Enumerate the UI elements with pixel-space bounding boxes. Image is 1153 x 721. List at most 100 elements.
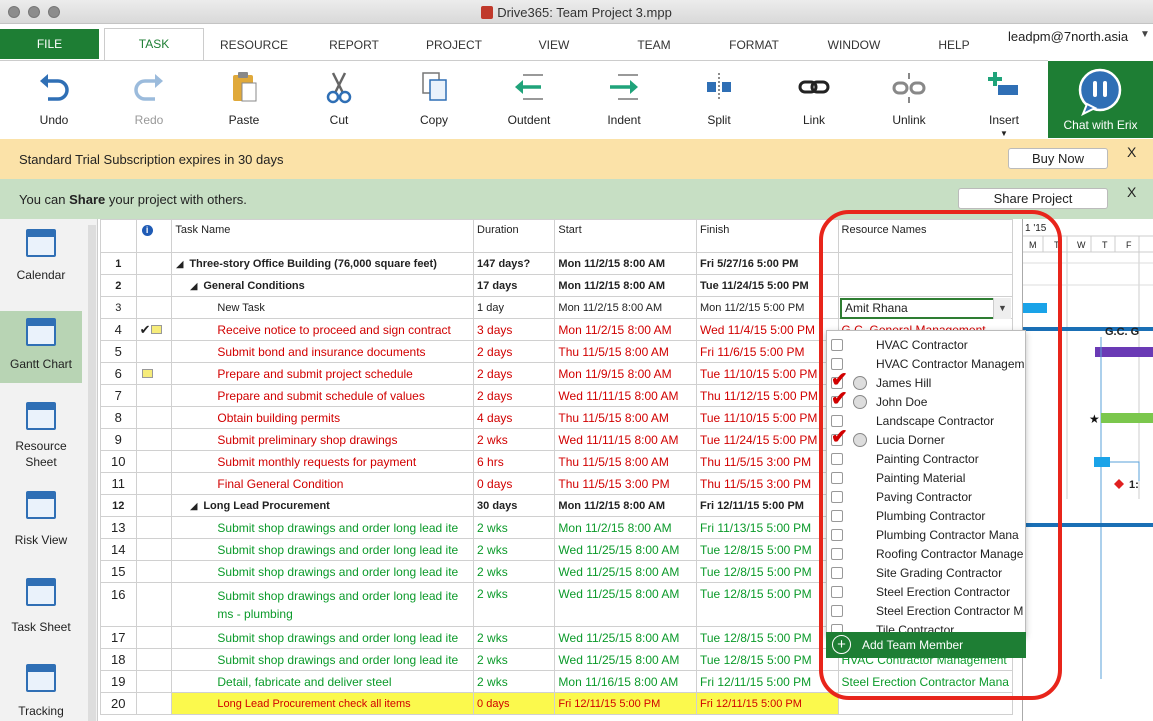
- start-cell[interactable]: Thu 11/5/15 3:00 PM: [554, 472, 697, 495]
- finish-cell[interactable]: Tue 12/8/15 5:00 PM: [696, 538, 839, 561]
- chat-with-erix-button[interactable]: Chat with Erix: [1048, 61, 1153, 138]
- share-project-button[interactable]: Share Project: [958, 188, 1108, 209]
- start-cell[interactable]: Mon 11/2/15 8:00 AM: [554, 516, 697, 539]
- duration-cell[interactable]: 2 wks: [473, 516, 556, 539]
- list-item[interactable]: Paving Contractor: [827, 488, 1025, 507]
- tab-file[interactable]: FILE: [0, 29, 99, 59]
- duration-cell[interactable]: 2 days: [473, 384, 556, 407]
- tab-team[interactable]: TEAM: [605, 38, 703, 52]
- resource-names-header[interactable]: Resource Names: [837, 219, 1013, 253]
- sidebar-scrollbar[interactable]: [88, 225, 96, 721]
- start-cell[interactable]: Mon 11/2/15 8:00 AM: [554, 494, 697, 517]
- finish-cell[interactable]: Tue 11/10/15 5:00 PM: [696, 362, 839, 385]
- start-cell[interactable]: Wed 11/25/15 8:00 AM: [554, 626, 697, 649]
- resource-names-input[interactable]: Amit Rhana: [840, 298, 1011, 319]
- task-name-cell[interactable]: Submit bond and insurance documents: [171, 340, 475, 363]
- insert-button[interactable]: Insert ▼: [964, 61, 1044, 139]
- copy-button[interactable]: Copy: [394, 61, 474, 139]
- finish-cell[interactable]: Wed 11/4/15 5:00 PM: [696, 318, 839, 341]
- tab-view[interactable]: VIEW: [505, 38, 603, 52]
- checkbox[interactable]: [831, 529, 843, 541]
- duration-cell[interactable]: 2 wks: [473, 560, 556, 583]
- checkbox[interactable]: [831, 453, 843, 465]
- collapse-triangle-icon[interactable]: ◢: [190, 281, 197, 291]
- table-row[interactable]: 20 Long Lead Procurement check all items…: [100, 692, 1013, 715]
- list-item[interactable]: Site Grading Contractor: [827, 564, 1025, 583]
- gantt-summary-bar[interactable]: [1023, 523, 1153, 527]
- list-item[interactable]: Steel Erection Contractor: [827, 583, 1025, 602]
- task-name-cell[interactable]: Submit shop drawings and order long lead…: [171, 582, 475, 627]
- table-row[interactable]: 19 Detail, fabricate and deliver steel 2…: [100, 670, 1013, 693]
- redo-button[interactable]: Redo: [109, 61, 189, 139]
- finish-cell[interactable]: Tue 12/8/15 5:00 PM: [696, 648, 839, 671]
- task-name-cell[interactable]: Prepare and submit project schedule: [171, 362, 475, 385]
- task-name-cell[interactable]: Submit shop drawings and order long lead…: [171, 560, 475, 583]
- start-cell[interactable]: Thu 11/5/15 8:00 AM: [554, 340, 697, 363]
- tab-task[interactable]: TASK: [104, 28, 204, 61]
- resource-cell[interactable]: [837, 274, 1013, 297]
- task-name-cell[interactable]: Submit shop drawings and order long lead…: [171, 516, 475, 539]
- outdent-button[interactable]: Outdent: [489, 61, 569, 139]
- sidebar-item-risk-view[interactable]: Risk View: [0, 491, 82, 561]
- duration-cell[interactable]: 2 wks: [473, 582, 556, 627]
- sidebar-item-tracking[interactable]: Tracking: [0, 664, 82, 721]
- checkbox[interactable]: [831, 472, 843, 484]
- finish-cell[interactable]: Thu 11/5/15 3:00 PM: [696, 472, 839, 495]
- chevron-down-icon[interactable]: ▼: [1000, 129, 1008, 138]
- task-name-cell[interactable]: Prepare and submit schedule of values: [171, 384, 475, 407]
- duration-cell[interactable]: 2 wks: [473, 626, 556, 649]
- duration-header[interactable]: Duration: [473, 219, 556, 253]
- tab-project[interactable]: PROJECT: [405, 38, 503, 52]
- list-item[interactable]: Roofing Contractor Manage: [827, 545, 1025, 564]
- link-button[interactable]: Link: [774, 61, 854, 139]
- start-cell[interactable]: Thu 11/5/15 8:00 AM: [554, 450, 697, 473]
- gantt-bar[interactable]: [1094, 457, 1110, 467]
- chevron-down-icon[interactable]: ▼: [1140, 29, 1150, 40]
- undo-button[interactable]: Undo: [14, 61, 94, 139]
- task-name-header[interactable]: Task Name: [171, 219, 475, 253]
- duration-cell[interactable]: 2 days: [473, 340, 556, 363]
- list-item[interactable]: Plumbing Contractor Mana: [827, 526, 1025, 545]
- start-header[interactable]: Start: [554, 219, 697, 253]
- start-cell[interactable]: Fri 12/11/15 5:00 PM: [554, 692, 697, 715]
- finish-cell[interactable]: Fri 5/27/16 5:00 PM: [696, 252, 839, 275]
- info-column-header[interactable]: i: [135, 219, 173, 253]
- note-icon[interactable]: [151, 324, 163, 334]
- duration-cell[interactable]: 2 days: [473, 362, 556, 385]
- checkbox[interactable]: [831, 339, 843, 351]
- duration-cell[interactable]: 30 days: [473, 494, 556, 517]
- paste-button[interactable]: Paste: [204, 61, 284, 139]
- finish-cell[interactable]: Tue 12/8/15 5:00 PM: [696, 582, 839, 627]
- tab-report[interactable]: REPORT: [305, 38, 403, 52]
- table-row[interactable]: 2 ◢ General Conditions 17 days Mon 11/2/15…: [100, 274, 1013, 297]
- duration-cell[interactable]: 2 wks: [473, 670, 556, 693]
- duration-cell[interactable]: 147 days?: [473, 252, 556, 275]
- list-item[interactable]: HVAC Contractor Managem: [827, 355, 1025, 374]
- resource-cell[interactable]: [837, 692, 1013, 715]
- cut-button[interactable]: Cut: [299, 61, 379, 139]
- task-name-cell[interactable]: ◢ General Conditions: [171, 274, 475, 297]
- start-cell[interactable]: Mon 11/2/15 8:00 AM: [554, 252, 697, 275]
- milestone-diamond[interactable]: [1114, 479, 1124, 489]
- task-name-cell[interactable]: Submit monthly requests for payment: [171, 450, 475, 473]
- start-cell[interactable]: Thu 11/5/15 8:00 AM: [554, 406, 697, 429]
- list-item[interactable]: Painting Contractor: [827, 450, 1025, 469]
- note-icon[interactable]: [141, 368, 153, 378]
- table-row[interactable]: 1 ◢ Three-story Office Building (76,000 s…: [100, 252, 1013, 275]
- resource-cell[interactable]: Steel Erection Contractor Mana: [837, 670, 1013, 693]
- start-cell[interactable]: Wed 11/25/15 8:00 AM: [554, 582, 697, 627]
- unlink-button[interactable]: Unlink: [869, 61, 949, 139]
- duration-cell[interactable]: 2 wks: [473, 648, 556, 671]
- finish-cell[interactable]: Fri 11/6/15 5:00 PM: [696, 340, 839, 363]
- gantt-bar[interactable]: [1101, 413, 1153, 423]
- gantt-bar[interactable]: [1023, 303, 1047, 313]
- close-icon[interactable]: X: [1127, 184, 1136, 200]
- start-cell[interactable]: Wed 11/25/15 8:00 AM: [554, 648, 697, 671]
- start-cell[interactable]: Mon 11/2/15 8:00 AM: [554, 296, 697, 319]
- finish-cell[interactable]: Tue 12/8/15 5:00 PM: [696, 626, 839, 649]
- gantt-bar[interactable]: [1095, 347, 1153, 357]
- duration-cell[interactable]: 2 wks: [473, 538, 556, 561]
- list-item[interactable]: ✔ John Doe: [827, 389, 1025, 412]
- duration-cell[interactable]: 4 days: [473, 406, 556, 429]
- duration-cell[interactable]: 2 wks: [473, 428, 556, 451]
